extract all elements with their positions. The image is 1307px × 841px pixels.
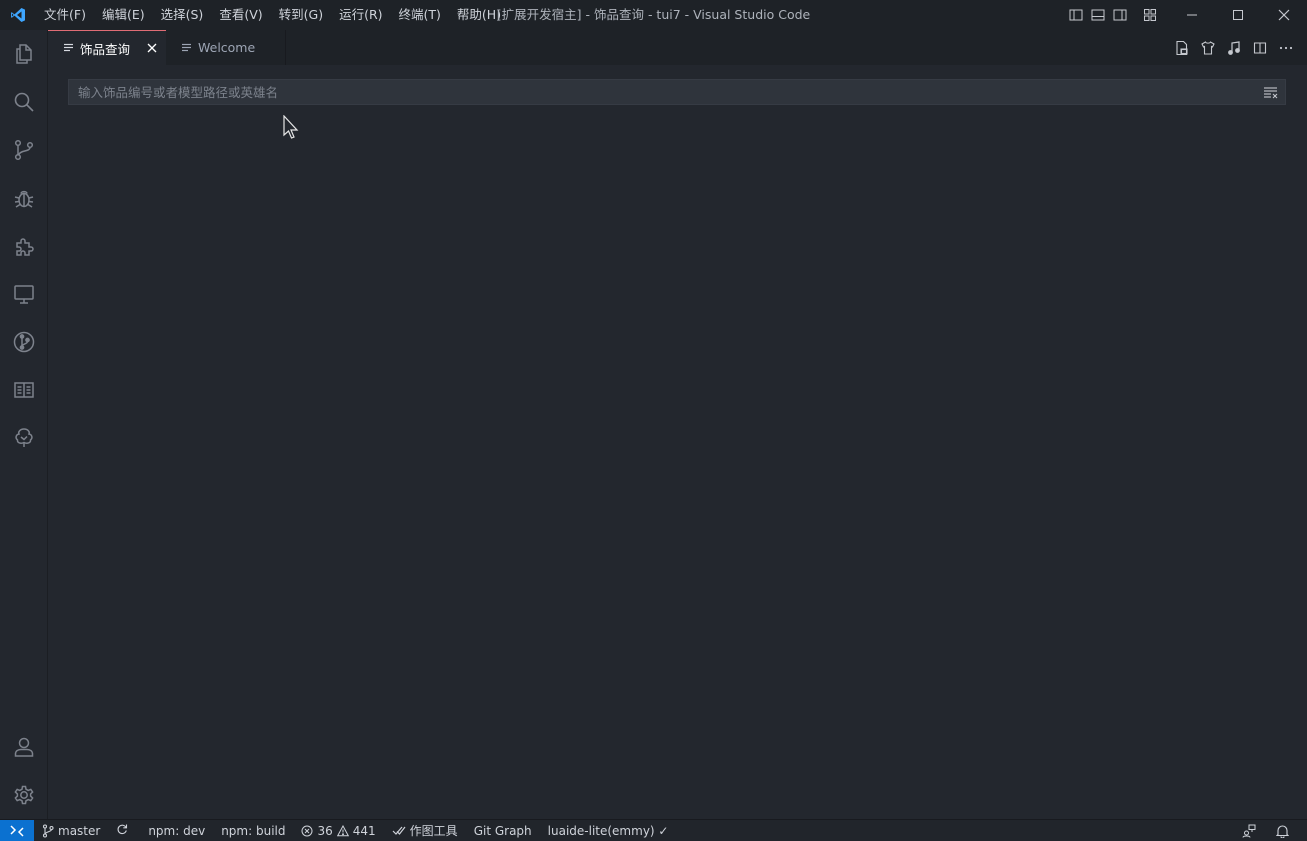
accounts-sharing-icon[interactable] (1234, 820, 1268, 841)
extensions-icon[interactable] (0, 222, 48, 270)
account-icon[interactable] (0, 723, 48, 771)
music-note-icon[interactable] (1221, 30, 1247, 65)
shirt-icon[interactable] (1195, 30, 1221, 65)
toggle-primary-sidebar-icon[interactable] (1065, 0, 1087, 30)
title-controls (1065, 0, 1307, 30)
close-window-icon[interactable] (1261, 0, 1307, 30)
activity-bar (0, 30, 48, 819)
drawing-tool-button[interactable]: 作图工具 (384, 820, 466, 841)
tab-welcome[interactable]: Welcome (166, 30, 286, 65)
sync-icon (116, 823, 132, 838)
menu-view[interactable]: 查看(V) (211, 0, 270, 30)
status-bar: master npm: dev npm: build 36 441 作图工具 G… (0, 819, 1307, 841)
more-actions-icon[interactable] (1273, 30, 1299, 65)
split-editor-icon[interactable] (1247, 30, 1273, 65)
document-lines-icon (182, 43, 194, 53)
branch-name: master (58, 823, 101, 838)
tree-icon[interactable] (0, 414, 48, 462)
customize-layout-icon[interactable] (1139, 0, 1161, 30)
git-graph-icon[interactable] (0, 318, 48, 366)
status-bar-right (1234, 820, 1301, 841)
menu-go[interactable]: 转到(G) (271, 0, 331, 30)
mouse-cursor-icon (283, 114, 301, 141)
debug-icon[interactable] (0, 174, 48, 222)
git-graph-button[interactable]: Git Graph (466, 820, 540, 841)
minimize-icon[interactable] (1169, 0, 1215, 30)
menu-edit[interactable]: 编辑(E) (94, 0, 153, 30)
menu-help[interactable]: 帮助(H) (449, 0, 509, 30)
lua-debugger-status[interactable]: luaide-lite(emmy) ✓ (540, 820, 677, 841)
problems-indicator[interactable]: 36 441 (293, 820, 383, 841)
clear-filter-icon[interactable] (1257, 80, 1285, 104)
drawing-tool-label: 作图工具 (409, 824, 458, 838)
task-npm-build[interactable]: npm: build (213, 820, 293, 841)
source-control-icon[interactable] (0, 126, 48, 174)
menu-bar: 文件(F) 编辑(E) 选择(S) 查看(V) 转到(G) 运行(R) 终端(T… (36, 0, 509, 30)
menu-run[interactable]: 运行(R) (331, 0, 390, 30)
vscode-logo-icon (0, 0, 36, 30)
menu-selection[interactable]: 选择(S) (153, 0, 212, 30)
close-tab-icon[interactable] (144, 40, 160, 56)
notifications-bell-icon[interactable] (1268, 820, 1301, 841)
task-npm-dev[interactable]: npm: dev (140, 820, 213, 841)
explorer-icon[interactable] (0, 30, 48, 78)
editor-tab-bar: 饰品查询 Welcome (48, 30, 1307, 65)
remote-explorer-icon[interactable] (0, 270, 48, 318)
tab-label: 饰品查询 (80, 41, 131, 57)
editor-area (48, 65, 1307, 819)
tab-label: Welcome (198, 40, 256, 55)
search-input[interactable] (69, 80, 1257, 104)
title-bar: 文件(F) 编辑(E) 选择(S) 查看(V) 转到(G) 运行(R) 终端(T… (0, 0, 1307, 30)
maximize-icon[interactable] (1215, 0, 1261, 30)
warning-count: 441 (352, 823, 376, 838)
menu-terminal[interactable]: 终端(T) (391, 0, 449, 30)
error-count: 36 (317, 823, 333, 838)
sync-button[interactable] (108, 820, 140, 841)
book-icon[interactable] (0, 366, 48, 414)
search-box (68, 79, 1286, 105)
document-lines-icon (64, 43, 76, 53)
editor-actions (1169, 30, 1299, 65)
menu-file[interactable]: 文件(F) (36, 0, 94, 30)
toggle-panel-icon[interactable] (1087, 0, 1109, 30)
settings-gear-icon[interactable] (0, 771, 48, 819)
open-preview-icon[interactable] (1169, 30, 1195, 65)
toggle-secondary-sidebar-icon[interactable] (1109, 0, 1131, 30)
branch-indicator[interactable]: master (34, 820, 108, 841)
tab-accessory-query[interactable]: 饰品查询 (48, 30, 166, 65)
remote-indicator-icon[interactable] (0, 819, 34, 841)
vscode-window: 文件(F) 编辑(E) 选择(S) 查看(V) 转到(G) 运行(R) 终端(T… (0, 0, 1307, 841)
search-icon[interactable] (0, 78, 48, 126)
